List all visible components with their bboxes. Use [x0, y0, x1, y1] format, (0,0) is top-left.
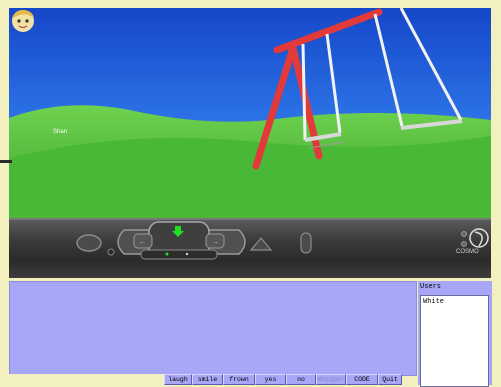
navigation-control-bar: ← → COSMO	[9, 218, 491, 278]
user-list-item[interactable]: White	[421, 296, 488, 306]
control-bar-graphic: ← →	[76, 221, 489, 260]
users-title: Users	[420, 283, 442, 291]
users-panel: Users White	[418, 281, 492, 387]
svg-text:→: →	[212, 239, 219, 246]
users-list[interactable]: White	[420, 295, 489, 387]
gesture-button-row: laugh smile frown yes no Whisper CODE Qu…	[164, 374, 402, 385]
chat-input-gap	[9, 374, 164, 385]
no-button[interactable]: no	[286, 374, 316, 385]
code-button[interactable]: CODE	[346, 374, 378, 385]
laugh-button[interactable]: laugh	[164, 374, 192, 385]
3d-world-viewport[interactable]: Shan	[9, 8, 491, 218]
cosmo-logo: COSMO	[456, 249, 479, 255]
smile-button[interactable]: smile	[192, 374, 223, 385]
yes-button[interactable]: yes	[255, 374, 286, 385]
avatar-nameplate: Shan	[53, 129, 68, 135]
chat-log[interactable]	[9, 281, 417, 376]
svg-text:←: ←	[139, 239, 146, 246]
frown-button[interactable]: frown	[223, 374, 255, 385]
whisper-button[interactable]: Whisper	[316, 374, 346, 385]
quit-button[interactable]: Quit	[378, 374, 402, 385]
avatar-face-icon[interactable]	[9, 8, 37, 34]
window-frame	[0, 0, 9, 385]
side-marker	[0, 160, 12, 163]
scene-graphic	[9, 8, 491, 218]
